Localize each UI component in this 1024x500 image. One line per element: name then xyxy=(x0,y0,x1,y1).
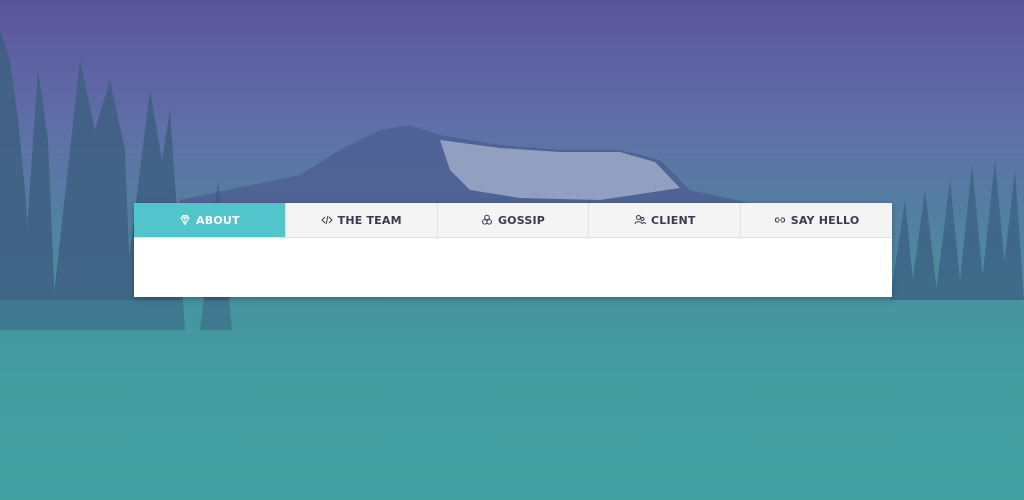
link-icon xyxy=(774,214,786,226)
tab-gossip[interactable]: GOSSIP xyxy=(438,203,590,237)
diamond-icon xyxy=(179,214,191,226)
tab-bar: ABOUT THE TEAM GOSSIP CLIENT SAY HELLO xyxy=(134,203,892,238)
tab-about-label: ABOUT xyxy=(196,213,240,227)
tab-say-hello-label: SAY HELLO xyxy=(790,213,860,227)
tabs-widget: ABOUT THE TEAM GOSSIP CLIENT SAY HELLO xyxy=(134,203,892,297)
tab-the-team-label: THE TEAM xyxy=(337,213,402,227)
tab-about[interactable]: ABOUT xyxy=(134,203,286,237)
tab-client[interactable]: CLIENT xyxy=(589,203,742,237)
tab-the-team[interactable]: THE TEAM xyxy=(286,203,438,237)
triangle-knot-icon xyxy=(481,214,493,226)
users-icon xyxy=(634,214,646,226)
tab-gossip-label: GOSSIP xyxy=(497,213,546,227)
tab-say-hello[interactable]: SAY HELLO xyxy=(741,203,892,237)
code-icon xyxy=(320,214,333,226)
tab-client-label: CLIENT xyxy=(650,213,696,227)
tab-content-panel xyxy=(134,238,892,297)
